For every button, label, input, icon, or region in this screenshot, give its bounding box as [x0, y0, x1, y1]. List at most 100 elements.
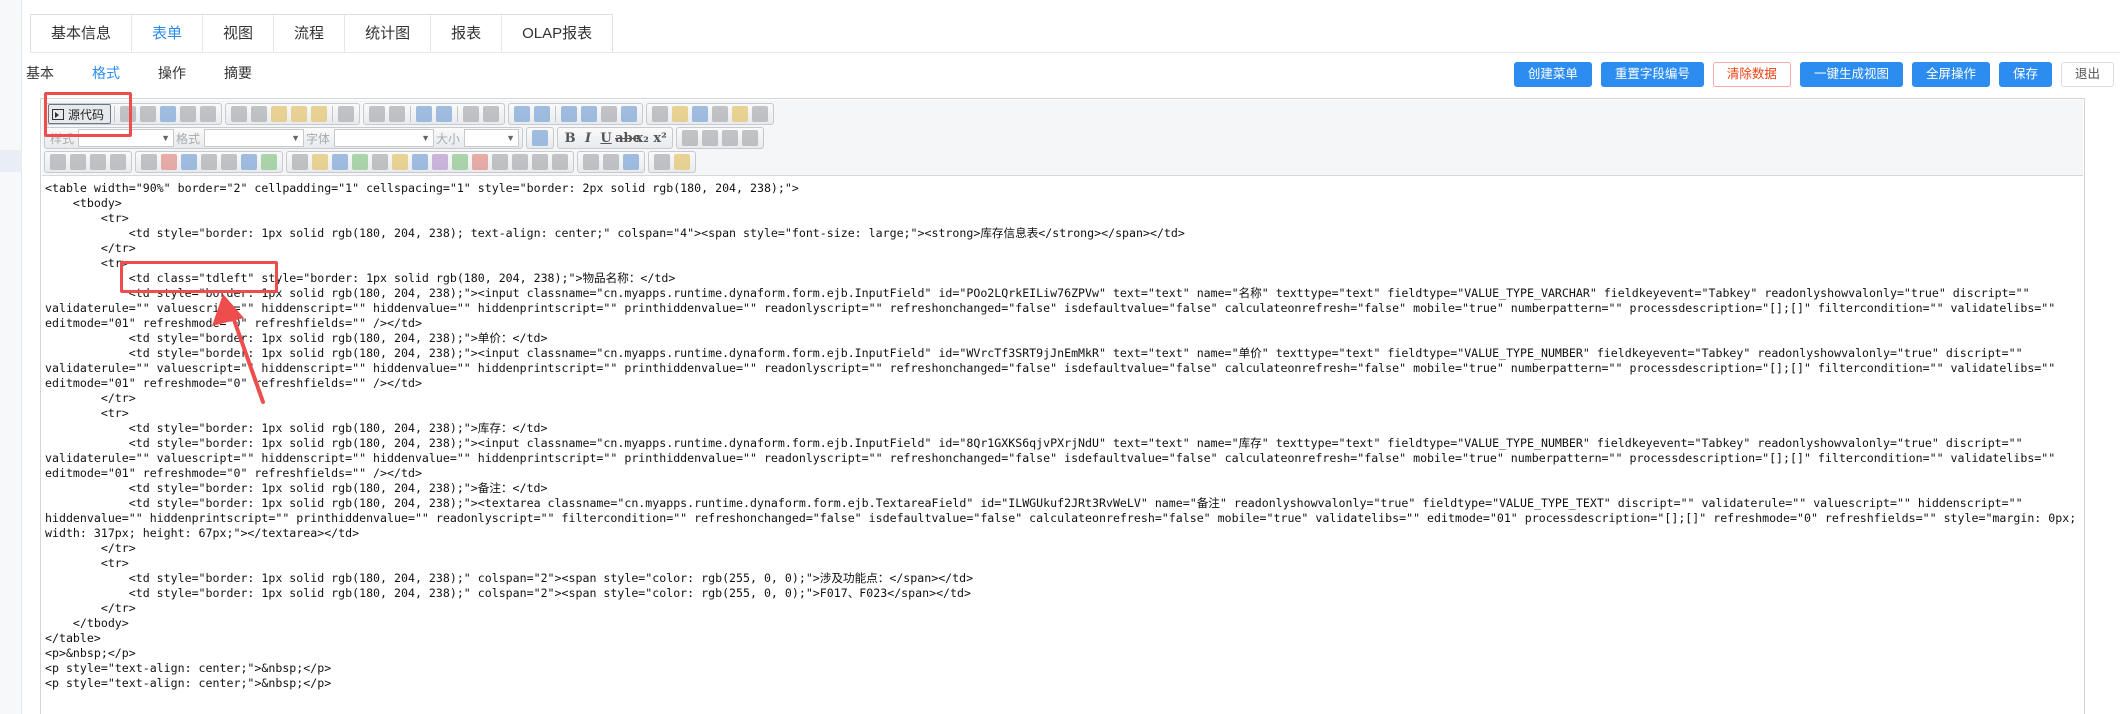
toolbar-group-form-fields-1 — [44, 151, 132, 173]
flow-field-icon[interactable] — [472, 154, 488, 170]
align-left-icon[interactable] — [682, 130, 699, 146]
paste-icon[interactable] — [271, 106, 288, 122]
create-menu-button[interactable]: 创建菜单 — [1513, 61, 1592, 87]
spellcheck-icon[interactable] — [338, 106, 355, 122]
background-color-icon[interactable] — [674, 154, 690, 170]
button-field-icon[interactable] — [181, 154, 197, 170]
anchor-icon[interactable] — [623, 154, 639, 170]
cut-icon[interactable] — [231, 106, 248, 122]
tab-workflow[interactable]: 流程 — [274, 15, 346, 53]
date-field-icon[interactable] — [161, 154, 177, 170]
bold-icon[interactable]: B — [561, 131, 579, 146]
suggest-field-icon[interactable] — [492, 154, 508, 170]
checkbox-field-icon[interactable] — [50, 154, 66, 170]
code-line: <td style="border: 1px solid rgb(180, 20… — [45, 286, 2030, 300]
link-icon[interactable] — [583, 154, 599, 170]
include-form-icon[interactable] — [261, 154, 277, 170]
sub-tabs: 基本 格式 操作 摘要 — [26, 60, 290, 86]
save-button[interactable]: 保存 — [1998, 61, 2052, 87]
print-icon[interactable] — [180, 106, 197, 122]
tab-statistics-chart[interactable]: 统计图 — [345, 15, 432, 53]
outdent-icon[interactable] — [561, 106, 578, 122]
hidden-field-icon[interactable] — [201, 154, 217, 170]
superscript-icon[interactable]: x² — [651, 131, 669, 146]
table-icon[interactable] — [652, 106, 669, 122]
toolbar-group-colors — [648, 151, 696, 173]
new-page-icon[interactable] — [140, 106, 157, 122]
bulleted-list-icon[interactable] — [534, 106, 551, 122]
templates-icon[interactable] — [200, 106, 217, 122]
replace-icon[interactable] — [436, 106, 453, 122]
format-select[interactable]: ▼ — [204, 129, 305, 147]
unlink-icon[interactable] — [603, 154, 619, 170]
underline-icon[interactable]: U — [597, 131, 615, 146]
textarea-field-icon[interactable] — [110, 154, 126, 170]
source-code-area[interactable]: <table width="90%" border="2" cellpaddin… — [45, 181, 2080, 714]
tab-olap-report[interactable]: OLAP报表 — [502, 15, 612, 53]
include-view-icon[interactable] — [241, 154, 257, 170]
strikethrough-icon[interactable]: abc — [615, 131, 640, 146]
map-field-icon[interactable] — [412, 154, 428, 170]
qrcode-field-icon[interactable] — [532, 154, 548, 170]
remove-format-icon[interactable] — [483, 106, 500, 122]
flash-icon[interactable] — [692, 106, 709, 122]
text-field-icon[interactable] — [90, 154, 106, 170]
tree-field-icon[interactable] — [352, 154, 368, 170]
subtab-operation[interactable]: 操作 — [158, 60, 186, 86]
tab-report[interactable]: 报表 — [431, 15, 503, 53]
find-icon[interactable] — [416, 106, 433, 122]
user-field-icon[interactable] — [372, 154, 388, 170]
blockquote-icon[interactable] — [601, 106, 618, 122]
signature-field-icon[interactable] — [552, 154, 568, 170]
radio-field-icon[interactable] — [70, 154, 86, 170]
code-line: <td style="border: 1px solid rgb(180, 20… — [45, 586, 971, 600]
align-justify-icon[interactable] — [742, 130, 759, 146]
paste-word-icon[interactable] — [311, 106, 328, 122]
undo-icon[interactable] — [369, 106, 386, 122]
generate-view-button[interactable]: 一键生成视图 — [1799, 61, 1903, 87]
italic-icon[interactable]: I — [579, 131, 597, 146]
horizontal-rule-icon[interactable] — [712, 106, 729, 122]
size-select[interactable]: ▼ — [464, 129, 520, 147]
main-tabs: 基本信息 表单 视图 流程 统计图 报表 OLAP报表 — [30, 14, 614, 53]
preview-icon[interactable] — [160, 106, 177, 122]
clear-data-button[interactable]: 清除数据 — [1712, 61, 1791, 87]
copy-icon[interactable] — [251, 106, 268, 122]
tab-view[interactable]: 视图 — [203, 15, 275, 53]
attachment-field-icon[interactable] — [312, 154, 328, 170]
select-all-icon[interactable] — [463, 106, 480, 122]
paste-text-icon[interactable] — [291, 106, 308, 122]
subtab-format[interactable]: 格式 — [92, 60, 120, 86]
fullscreen-button[interactable]: 全屏操作 — [1911, 61, 1990, 87]
subscript-icon[interactable]: x₂ — [633, 131, 651, 146]
calculate-field-icon[interactable] — [452, 154, 468, 170]
image-icon[interactable] — [672, 106, 689, 122]
smiley-icon[interactable] — [732, 106, 749, 122]
special-char-icon[interactable] — [752, 106, 769, 122]
align-right-icon[interactable] — [722, 130, 739, 146]
image-button-icon[interactable] — [221, 154, 237, 170]
numbered-list-icon[interactable] — [514, 106, 531, 122]
indent-icon[interactable] — [581, 106, 598, 122]
code-line: <p>&nbsp;</p> — [45, 646, 136, 660]
find-replace-icon[interactable] — [532, 130, 549, 146]
label-field-icon[interactable] — [292, 154, 308, 170]
image-upload-icon[interactable] — [332, 154, 348, 170]
exit-button[interactable]: 退出 — [2060, 61, 2114, 87]
weixin-field-icon[interactable] — [512, 154, 528, 170]
align-center-icon[interactable] — [702, 130, 719, 146]
tab-basic-info[interactable]: 基本信息 — [31, 15, 133, 53]
redo-icon[interactable] — [389, 106, 406, 122]
font-select[interactable]: ▼ — [334, 129, 435, 147]
toolbar-row-2: 样式 ▼ 格式 ▼ 字体 ▼ 大小 ▼ B I U abc x₂ x² — [44, 127, 767, 149]
subtab-basic[interactable]: 基本 — [26, 60, 54, 86]
div-container-icon[interactable] — [621, 106, 638, 122]
text-color-icon[interactable] — [654, 154, 670, 170]
reset-field-numbers-button[interactable]: 重置字段编号 — [1600, 61, 1704, 87]
tab-field-icon[interactable] — [432, 154, 448, 170]
left-sidebar-strip — [0, 0, 22, 714]
tab-form[interactable]: 表单 — [132, 15, 204, 53]
department-field-icon[interactable] — [392, 154, 408, 170]
select-field-icon[interactable] — [141, 154, 157, 170]
subtab-summary[interactable]: 摘要 — [224, 60, 252, 86]
